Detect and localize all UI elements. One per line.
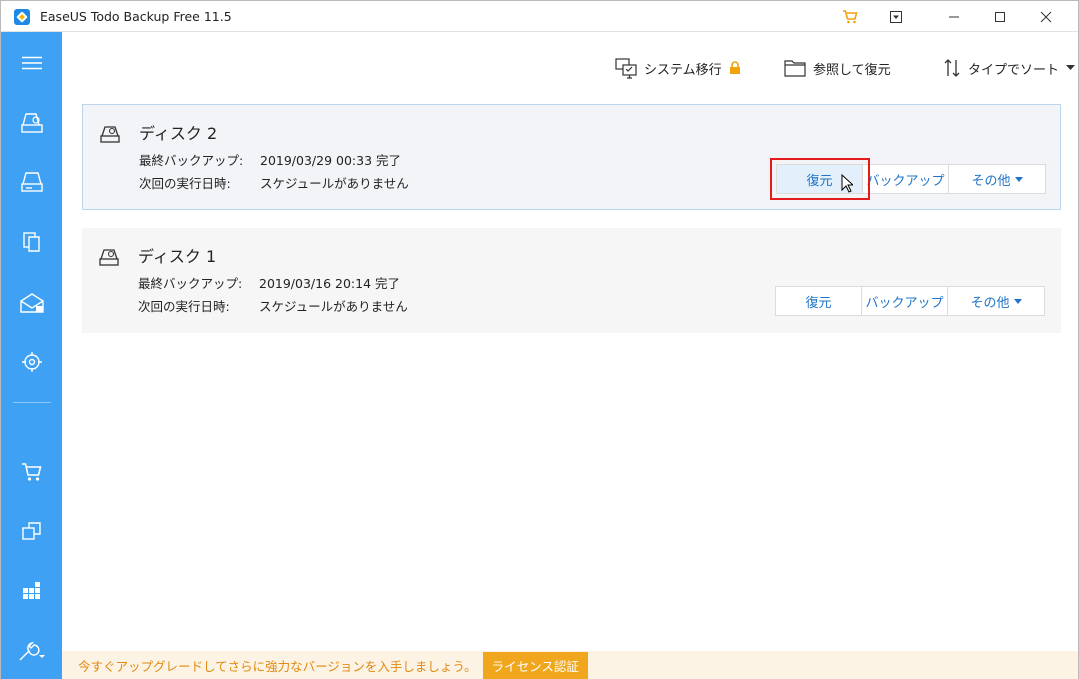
backup-button[interactable]: バックアップ xyxy=(862,287,948,315)
sidebar-item-smart-backup[interactable] xyxy=(1,342,62,382)
clone-icon xyxy=(21,522,41,540)
caret-down-icon xyxy=(1014,176,1023,182)
next-run-label: 次回の実行日時: xyxy=(138,299,230,314)
system-migrate-label: システム移行 xyxy=(644,62,722,78)
browse-restore-button[interactable]: 参照して復元 xyxy=(784,56,891,80)
close-button[interactable] xyxy=(1023,1,1069,32)
last-backup-value: 2019/03/16 20:14 完了 xyxy=(259,276,401,291)
browse-restore-label: 参照して復元 xyxy=(813,62,891,78)
menu-icon xyxy=(21,56,42,70)
windows-grid-icon xyxy=(22,582,40,599)
title-bar: EaseUS Todo Backup Free 11.5 xyxy=(1,1,1078,32)
sidebar-item-file-backup[interactable] xyxy=(1,222,62,262)
partition-backup-icon xyxy=(20,172,43,192)
system-migrate-button[interactable]: システム移行 xyxy=(615,56,741,80)
system-migrate-icon xyxy=(615,58,637,79)
task-title: ディスク 1 xyxy=(138,247,217,266)
close-icon xyxy=(1040,11,1052,22)
lock-icon xyxy=(729,61,740,74)
folder-icon xyxy=(784,60,806,77)
sort-icon xyxy=(944,59,960,77)
backup-task-card[interactable]: ディスク 2 最終バックアップ: 2019/03/29 00:33 完了 次回の… xyxy=(82,104,1061,210)
cart-icon xyxy=(21,463,42,481)
target-icon xyxy=(21,352,42,372)
last-backup-label: 最終バックアップ: xyxy=(138,276,243,291)
task-title: ディスク 2 xyxy=(139,124,218,143)
sidebar-item-tools[interactable] xyxy=(1,632,62,672)
sidebar-item-partition-backup[interactable] xyxy=(1,162,62,202)
more-label: その他 xyxy=(971,173,1011,189)
disk-backup-icon xyxy=(20,113,43,133)
file-backup-icon xyxy=(22,232,40,252)
app-window: EaseUS Todo Backup Free 11.5 システム移行 参照して… xyxy=(0,0,1079,679)
task-action-group: 復元 バックアップ その他 xyxy=(775,286,1045,316)
sidebar-item-clone[interactable] xyxy=(1,511,62,551)
caret-down-icon xyxy=(1066,65,1076,70)
wrench-icon xyxy=(18,641,45,661)
maximize-icon xyxy=(995,11,1005,22)
more-button[interactable]: その他 xyxy=(949,165,1045,193)
window-title: EaseUS Todo Backup Free 11.5 xyxy=(40,9,232,24)
app-logo-icon xyxy=(14,9,30,25)
sidebar-item-mail-backup[interactable] xyxy=(1,283,62,323)
minimize-button[interactable] xyxy=(931,1,977,32)
last-backup-label: 最終バックアップ: xyxy=(139,153,244,168)
sidebar-item-store[interactable] xyxy=(1,452,62,492)
disk-icon xyxy=(100,126,120,143)
upgrade-promo-bar: 今すぐアップグレードしてさらに強力なバージョンを入手しましょう。 ライセンス認証 xyxy=(62,651,1078,679)
license-activation-button[interactable]: ライセンス認証 xyxy=(482,651,588,679)
restore-button[interactable]: 復元 xyxy=(776,287,862,315)
backup-button[interactable]: バックアップ xyxy=(863,165,949,193)
sort-by-type-label: タイプでソート xyxy=(968,62,1060,78)
sidebar-item-system-transfer[interactable] xyxy=(1,570,62,610)
cart-button[interactable] xyxy=(827,1,873,32)
sidebar-menu-button[interactable] xyxy=(1,43,62,83)
next-run-value: スケジュールがありません xyxy=(259,299,408,314)
dropdown-box-icon xyxy=(890,10,902,23)
next-run-label: 次回の実行日時: xyxy=(139,176,231,191)
mouse-cursor-icon xyxy=(841,174,853,193)
caret-down-icon xyxy=(1013,298,1022,304)
last-backup-value: 2019/03/29 00:33 完了 xyxy=(260,153,402,168)
disk-icon xyxy=(99,249,119,266)
more-label: その他 xyxy=(970,295,1010,311)
upgrade-promo-text: 今すぐアップグレードしてさらに強力なバージョンを入手しましょう。 xyxy=(78,658,477,674)
maximize-button[interactable] xyxy=(977,1,1023,32)
sort-by-type-button[interactable]: タイプでソート xyxy=(943,56,1076,80)
minimize-icon xyxy=(949,16,959,17)
sidebar-item-disk-backup[interactable] xyxy=(1,103,62,143)
next-run-value: スケジュールがありません xyxy=(260,176,409,191)
sidebar xyxy=(1,32,62,679)
backup-task-card[interactable]: ディスク 1 最終バックアップ: 2019/03/16 20:14 完了 次回の… xyxy=(82,228,1061,333)
highlight-box xyxy=(770,158,870,200)
sidebar-divider xyxy=(13,402,51,403)
more-button[interactable]: その他 xyxy=(948,287,1044,315)
options-dropdown-button[interactable] xyxy=(873,1,919,32)
mail-backup-icon xyxy=(19,293,44,313)
cart-icon xyxy=(843,9,858,23)
